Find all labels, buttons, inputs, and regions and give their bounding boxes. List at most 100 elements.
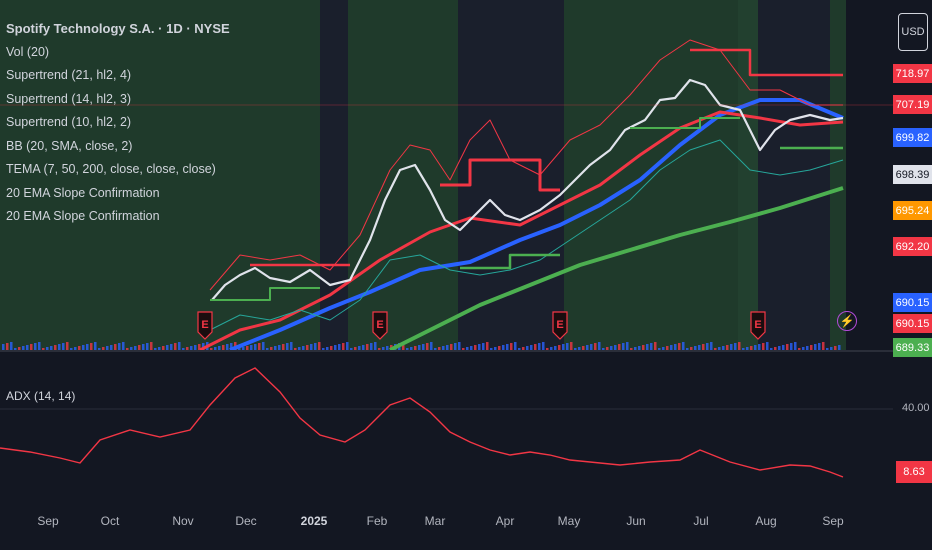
volume-bar (690, 347, 693, 350)
bg-band-green (348, 0, 458, 350)
x-axis-tick: Oct (100, 514, 120, 528)
volume-bar (106, 346, 109, 350)
volume-bar (530, 345, 533, 350)
volume-bar (502, 345, 505, 350)
legend-item[interactable]: BB (20, SMA, close, 2) (6, 139, 230, 164)
volume-bar (810, 345, 813, 350)
volume-bar (762, 343, 765, 350)
volume-bar (806, 346, 809, 350)
legend-item[interactable]: Supertrend (10, hl2, 2) (6, 116, 230, 140)
volume-bar (554, 346, 557, 350)
bg-band-green (738, 0, 758, 350)
volume-bar (430, 342, 433, 350)
volume-bar (662, 347, 665, 350)
volume-bar (110, 345, 113, 350)
price-tag: 707.19 (893, 95, 932, 114)
legend-item[interactable]: Vol (20) (6, 45, 230, 70)
legend-item[interactable]: Supertrend (21, hl2, 4) (6, 69, 230, 93)
volume-bar (798, 348, 801, 350)
legend-item[interactable]: 20 EMA Slope Confirmation (6, 210, 230, 234)
volume-bar (642, 345, 645, 350)
x-axis-tick: Sep (37, 514, 59, 528)
volume-bar (298, 347, 301, 350)
volume-bar (58, 344, 61, 350)
adx-panel-label[interactable]: ADX (14, 14) (6, 389, 75, 403)
volume-bar (246, 346, 249, 350)
volume-bar (2, 344, 5, 350)
x-axis-tick: Nov (172, 514, 194, 528)
volume-bar (422, 344, 425, 350)
volume-bar (802, 347, 805, 350)
volume-bar (622, 343, 625, 350)
volume-bar (558, 345, 561, 350)
volume-bar (46, 347, 49, 350)
volume-bar (506, 344, 509, 350)
volume-bar (406, 348, 409, 350)
legend-item[interactable]: 20 EMA Slope Confirmation (6, 186, 230, 211)
volume-bar (278, 345, 281, 350)
volume-bar (766, 342, 769, 350)
volume-bar (742, 348, 745, 350)
volume-bar (474, 345, 477, 350)
x-axis-tick: 2025 (300, 514, 328, 528)
volume-bar (162, 346, 165, 350)
symbol-title[interactable]: Spotify Technology S.A. · 1D · NYSE (6, 22, 230, 46)
volume-bar (754, 345, 757, 350)
volume-bar (242, 347, 245, 350)
x-axis-tick: Sep (822, 514, 844, 528)
x-axis-tick: Mar (424, 514, 446, 528)
volume-bar (66, 342, 69, 350)
volume-bar (606, 347, 609, 350)
legend-item[interactable]: Supertrend (14, hl2, 3) (6, 92, 230, 117)
volume-bar (190, 346, 193, 350)
volume-bar (682, 342, 685, 350)
volume-bar (794, 342, 797, 350)
volume-bar (302, 346, 305, 350)
volume-bar (570, 342, 573, 350)
volume-bar (450, 344, 453, 350)
volume-bar (14, 348, 17, 350)
volume-bar (330, 346, 333, 350)
volume-bar (646, 344, 649, 350)
volume-bar (750, 346, 753, 350)
volume-bar (590, 344, 593, 350)
volume-bar (730, 344, 733, 350)
volume-bar (50, 346, 53, 350)
volume-bar (630, 348, 633, 350)
volume-bar (498, 346, 501, 350)
currency-button[interactable]: USD (898, 13, 928, 51)
volume-bar (182, 348, 185, 350)
volume-bar (370, 343, 373, 350)
volume-bar (778, 346, 781, 350)
volume-bar (678, 343, 681, 350)
volume-bar (486, 342, 489, 350)
volume-bar (602, 348, 605, 350)
volume-bar (434, 348, 437, 350)
volume-bar (738, 342, 741, 350)
volume-bar (650, 343, 653, 350)
volume-bar (342, 343, 345, 350)
volume-bar (254, 344, 257, 350)
volume-bar (490, 348, 493, 350)
volume-bar (722, 346, 725, 350)
volume-bar (746, 347, 749, 350)
volume-bar (218, 346, 221, 350)
volume-bar (134, 346, 137, 350)
legend-item[interactable]: TEMA (7, 50, 200, close, close, close) (6, 163, 230, 187)
volume-bar (362, 345, 365, 350)
volume-bar (258, 343, 261, 350)
volume-bar (826, 348, 829, 350)
price-tag: 690.15 (893, 314, 932, 333)
lightning-icon[interactable]: ⚡ (837, 311, 857, 331)
volume-bar (522, 347, 525, 350)
volume-bar (266, 348, 269, 350)
volume-bar (354, 347, 357, 350)
volume-bar (70, 348, 73, 350)
svg-text:E: E (754, 319, 761, 331)
volume-bar (322, 348, 325, 350)
volume-bar (282, 344, 285, 350)
volume-bar (386, 346, 389, 350)
volume-bar (414, 346, 417, 350)
volume-bar (306, 345, 309, 350)
volume-bar (154, 348, 157, 350)
